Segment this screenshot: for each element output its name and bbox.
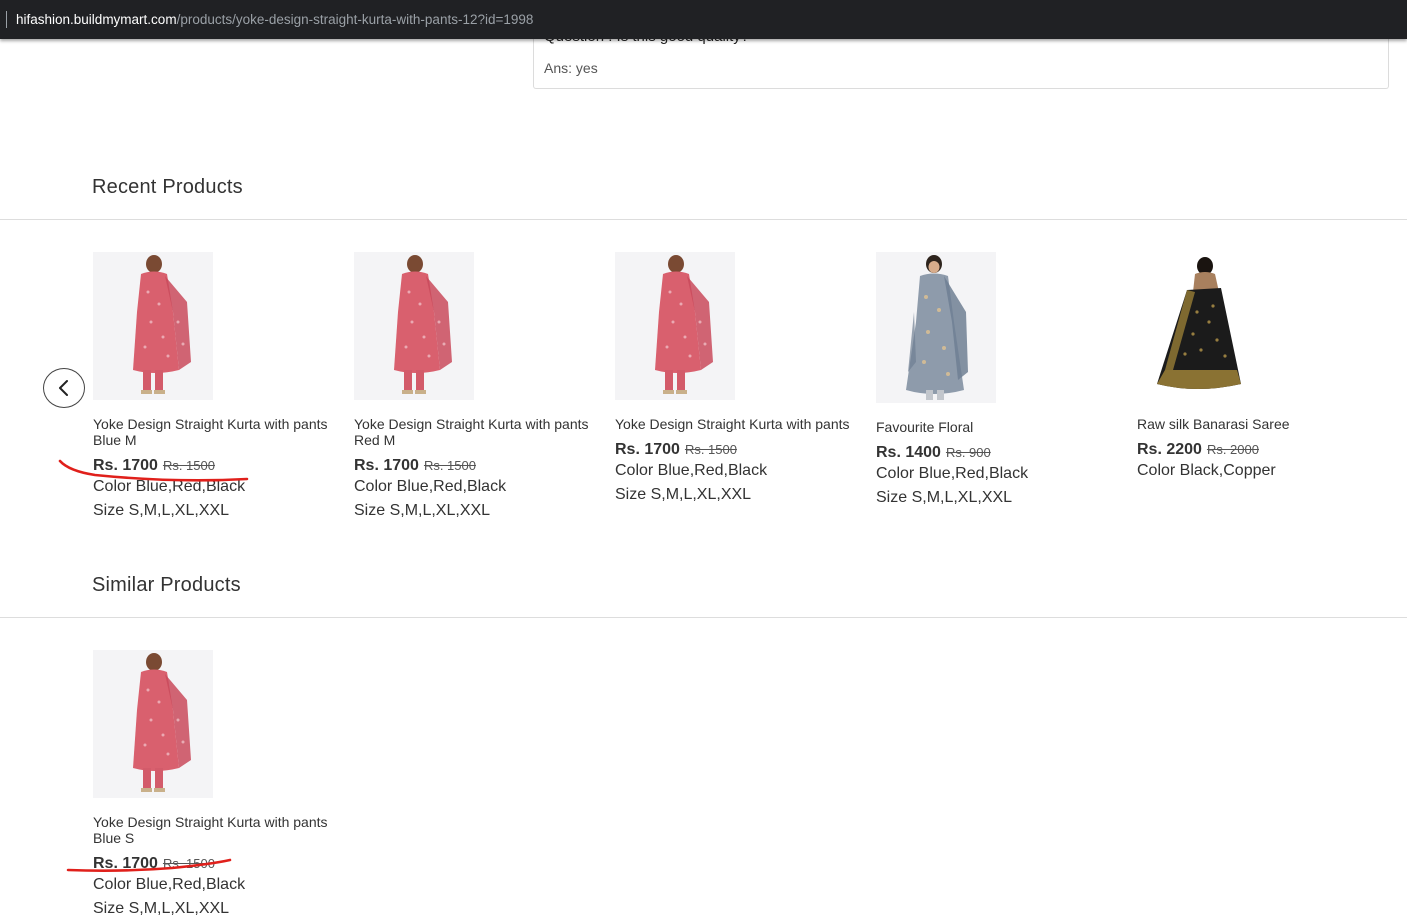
product-price: Rs. 1700 bbox=[93, 457, 158, 474]
product-card[interactable]: Yoke Design Straight Kurta with pants Bl… bbox=[93, 252, 338, 532]
product-name[interactable]: Favourite Floral bbox=[876, 419, 1121, 435]
product-old-price: Rs. 1500 bbox=[684, 442, 737, 457]
product-sizes: Size S,M,L,XL,XXL bbox=[615, 486, 752, 503]
product-colors: Color Blue,Red,Black bbox=[93, 876, 246, 893]
url-text[interactable]: hifashion.buildmymart.com/products/yoke-… bbox=[16, 11, 533, 28]
product-image[interactable] bbox=[93, 650, 213, 798]
product-old-price: Rs. 2000 bbox=[1206, 442, 1259, 457]
price-row: Rs. 1700 Rs. 1500 bbox=[93, 457, 215, 475]
product-colors: Color Blue,Red,Black bbox=[93, 478, 246, 495]
product-price: Rs. 1700 bbox=[93, 855, 158, 872]
pink-kurta-icon bbox=[93, 650, 213, 798]
pink-kurta-icon bbox=[615, 252, 735, 400]
product-image[interactable] bbox=[876, 252, 996, 403]
similar-products-title: Similar Products bbox=[92, 574, 241, 596]
product-old-price: Rs. 900 bbox=[945, 445, 991, 460]
recent-products-title: Recent Products bbox=[92, 176, 243, 198]
product-name[interactable]: Yoke Design Straight Kurta with pants Bl… bbox=[93, 814, 338, 846]
product-old-price: Rs. 1500 bbox=[162, 856, 215, 871]
section-divider bbox=[0, 617, 1407, 618]
product-price: Rs. 1700 bbox=[615, 441, 680, 458]
price-row: Rs. 2200 Rs. 2000 bbox=[1137, 441, 1259, 459]
product-name[interactable]: Yoke Design Straight Kurta with pants Bl… bbox=[93, 416, 338, 448]
pink-kurta-icon bbox=[354, 252, 474, 400]
product-colors: Color Blue,Red,Black bbox=[876, 465, 1029, 482]
grey-floral-suit-icon bbox=[876, 252, 996, 403]
product-card[interactable]: Yoke Design Straight Kurta with pants Re… bbox=[354, 252, 599, 532]
product-price: Rs. 1400 bbox=[876, 444, 941, 461]
product-image[interactable] bbox=[1137, 252, 1257, 400]
product-price: Rs. 2200 bbox=[1137, 441, 1202, 458]
product-card[interactable]: Yoke Design Straight Kurta with pants Rs… bbox=[615, 252, 860, 512]
price-row: Rs. 1700 Rs. 1500 bbox=[354, 457, 476, 475]
product-image[interactable] bbox=[615, 252, 735, 400]
url-host: hifashion.buildmymart.com bbox=[16, 12, 177, 27]
product-colors: Color Blue,Red,Black bbox=[615, 462, 768, 479]
product-sizes: Size S,M,L,XL,XXL bbox=[354, 502, 491, 519]
price-row: Rs. 1700 Rs. 1500 bbox=[93, 855, 215, 873]
product-name[interactable]: Raw silk Banarasi Saree bbox=[1137, 416, 1382, 432]
section-divider bbox=[0, 219, 1407, 220]
product-old-price: Rs. 1500 bbox=[162, 458, 215, 473]
product-old-price: Rs. 1500 bbox=[423, 458, 476, 473]
qa-answer: Ans: yes bbox=[544, 60, 598, 76]
product-card[interactable]: Favourite Floral Rs. 1400 Rs. 900 Color B… bbox=[876, 252, 1121, 512]
pink-kurta-icon bbox=[93, 252, 213, 400]
price-row: Rs. 1700 Rs. 1500 bbox=[615, 441, 737, 459]
product-card[interactable]: Yoke Design Straight Kurta with pants Bl… bbox=[93, 650, 338, 922]
product-sizes: Size S,M,L,XL,XXL bbox=[93, 900, 230, 917]
text-caret bbox=[6, 11, 7, 28]
chevron-left-icon bbox=[59, 380, 68, 396]
product-price: Rs. 1700 bbox=[354, 457, 419, 474]
url-path: /products/yoke-design-straight-kurta-wit… bbox=[176, 12, 534, 27]
product-sizes: Size S,M,L,XL,XXL bbox=[876, 489, 1013, 506]
address-bar[interactable]: hifashion.buildmymart.com/products/yoke-… bbox=[0, 0, 1407, 39]
product-name[interactable]: Yoke Design Straight Kurta with pants Re… bbox=[354, 416, 599, 448]
carousel-prev-button[interactable] bbox=[43, 368, 85, 408]
product-image[interactable] bbox=[354, 252, 474, 400]
black-saree-icon bbox=[1137, 252, 1257, 400]
product-colors: Color Black,Copper bbox=[1137, 462, 1276, 479]
product-card[interactable]: Raw silk Banarasi Saree Rs. 2200 Rs. 2000… bbox=[1137, 252, 1382, 492]
price-row: Rs. 1400 Rs. 900 bbox=[876, 444, 991, 462]
product-sizes: Size S,M,L,XL,XXL bbox=[93, 502, 230, 519]
product-image[interactable] bbox=[93, 252, 213, 400]
product-name[interactable]: Yoke Design Straight Kurta with pants bbox=[615, 416, 860, 432]
product-colors: Color Blue,Red,Black bbox=[354, 478, 507, 495]
